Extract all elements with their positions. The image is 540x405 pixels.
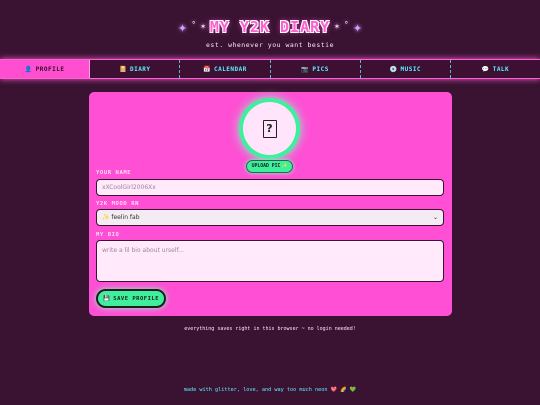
avatar-inner: ?	[243, 102, 296, 155]
disc-icon: 💿	[389, 65, 398, 73]
user-icon: 👤	[24, 65, 33, 73]
avatar[interactable]: ?	[239, 98, 300, 159]
tab-profile[interactable]: 👤 PROFILE	[0, 60, 91, 78]
name-input[interactable]: xXCoolGirl2006Xx	[96, 179, 444, 196]
bio-placeholder: write a lil bio about urself...	[102, 247, 184, 254]
calendar-icon: 📅	[202, 65, 211, 73]
upload-label: UPLOAD PIC	[251, 164, 281, 169]
mood-label: Y2K MOOD RN	[96, 201, 140, 207]
floppy-disk-icon: 💾	[102, 295, 111, 302]
page-title: MY Y2K DIARY	[209, 18, 331, 36]
tab-label: PICS	[312, 65, 329, 73]
footer-text: made with glitter, love, and way too muc…	[183, 387, 328, 393]
profile-card: ? UPLOAD PIC ✨ YOUR NAME xXCoolGirl2006X…	[89, 92, 452, 316]
main-nav: 👤 PROFILE 📔 DIARY 📅 CALENDAR 📷 PICS 💿 MU…	[0, 59, 540, 79]
sparkle-icon: ✨	[281, 164, 288, 169]
storage-note: everything saves right in this browser ~…	[184, 326, 356, 332]
footer-emoji-icon: 💖 🌈 💚	[330, 387, 357, 393]
name-placeholder: xXCoolGirl2006Xx	[102, 184, 156, 191]
page-subtitle: est. whenever you want bestie	[206, 41, 334, 49]
title-row: ✦ ˚ ✶ MY Y2K DIARY ✶ ˚ ✦	[0, 14, 540, 40]
name-label: YOUR NAME	[96, 170, 132, 176]
sparkle-small-icon: ˚	[343, 21, 350, 32]
camera-icon: 📷	[301, 65, 310, 73]
tab-label: TALK	[492, 65, 510, 73]
star-icon: ✶	[334, 21, 340, 32]
chevron-down-icon: ⌄	[432, 214, 438, 221]
mood-select[interactable]: ✨ feelin fab ⌄	[96, 209, 444, 226]
bio-label: MY BIO	[96, 232, 120, 238]
tab-label: DIARY	[129, 65, 151, 73]
tab-label: CALENDAR	[213, 65, 247, 73]
upload-pic-button[interactable]: UPLOAD PIC ✨	[246, 160, 293, 173]
tab-label: MUSIC	[400, 65, 422, 73]
site-footer: made with glitter, love, and way too muc…	[0, 387, 540, 393]
tab-diary[interactable]: 📔 DIARY	[90, 60, 181, 78]
avatar-placeholder-icon: ?	[262, 119, 277, 138]
sparkle-small-icon: ˚	[190, 21, 197, 32]
save-profile-button[interactable]: 💾 SAVE PROFILE	[96, 289, 166, 308]
mood-selected-value: ✨ feelin fab	[102, 214, 140, 221]
tab-talk[interactable]: 💬 TALK	[451, 60, 540, 78]
notebook-icon: 📔	[118, 65, 127, 73]
bio-textarea[interactable]: write a lil bio about urself...	[96, 240, 444, 282]
tab-calendar[interactable]: 📅 CALENDAR	[180, 60, 271, 78]
star-icon: ✶	[200, 21, 206, 32]
tab-music[interactable]: 💿 MUSIC	[361, 60, 451, 78]
save-label: SAVE PROFILE	[113, 295, 160, 302]
sparkle-icon: ✦	[353, 17, 363, 36]
site-header: ✦ ˚ ✶ MY Y2K DIARY ✶ ˚ ✦ est. whenever y…	[0, 14, 540, 49]
tab-label: PROFILE	[35, 65, 65, 73]
chat-icon: 💬	[481, 65, 490, 73]
sparkle-icon: ✦	[177, 17, 187, 36]
tab-pics[interactable]: 📷 PICS	[271, 60, 361, 78]
